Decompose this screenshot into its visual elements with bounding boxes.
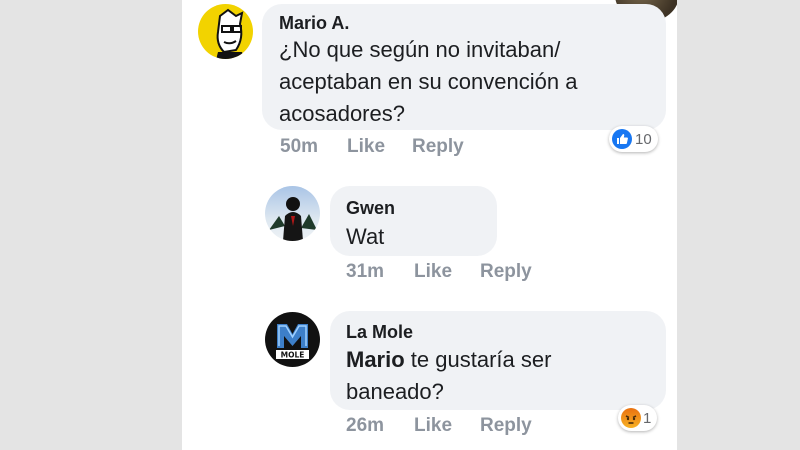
mention-link[interactable]: Mario <box>346 347 405 372</box>
cartoon-face-icon <box>216 8 244 59</box>
person-silhouette-icon <box>269 197 317 241</box>
la-mole-logo-icon: MOLE <box>276 324 309 360</box>
like-button[interactable]: Like <box>347 136 385 158</box>
comment-author[interactable]: La Mole <box>346 322 413 343</box>
reply-button[interactable]: Reply <box>480 261 532 283</box>
like-icon <box>612 129 632 149</box>
angry-icon <box>621 408 641 428</box>
reply-button[interactable]: Reply <box>480 415 532 437</box>
comment-text-line: acosadores? <box>279 101 405 126</box>
reply-button[interactable]: Reply <box>412 136 464 158</box>
svg-text:MOLE: MOLE <box>281 351 305 360</box>
reaction-badge[interactable]: 10 <box>609 126 658 152</box>
comment-timestamp[interactable]: 26m <box>346 415 384 437</box>
comment-text-line: Mario te gustaría ser <box>346 347 552 372</box>
comment-timestamp[interactable]: 50m <box>280 136 318 158</box>
comment-text-line: baneado? <box>346 379 444 404</box>
like-button[interactable]: Like <box>414 415 452 437</box>
like-button[interactable]: Like <box>414 261 452 283</box>
reaction-badge[interactable]: 1 <box>618 405 658 431</box>
comment-text-line: ¿No que según no invitaban/ <box>279 37 561 62</box>
comments-panel: Mario A. ¿No que según no invitaban/ ace… <box>182 0 677 450</box>
comment-author[interactable]: Mario A. <box>279 13 349 34</box>
avatar-gwen[interactable] <box>265 186 320 241</box>
reaction-count: 1 <box>643 409 652 427</box>
reaction-count: 10 <box>635 130 652 148</box>
avatar-mario[interactable] <box>198 4 253 59</box>
comment-author[interactable]: Gwen <box>346 198 395 219</box>
comment-timestamp[interactable]: 31m <box>346 261 384 283</box>
comment-text-line: Wat <box>346 224 385 249</box>
avatar-la-mole[interactable]: MOLE <box>265 312 320 367</box>
comment-text-line: aceptaban en su convención a <box>279 69 578 94</box>
